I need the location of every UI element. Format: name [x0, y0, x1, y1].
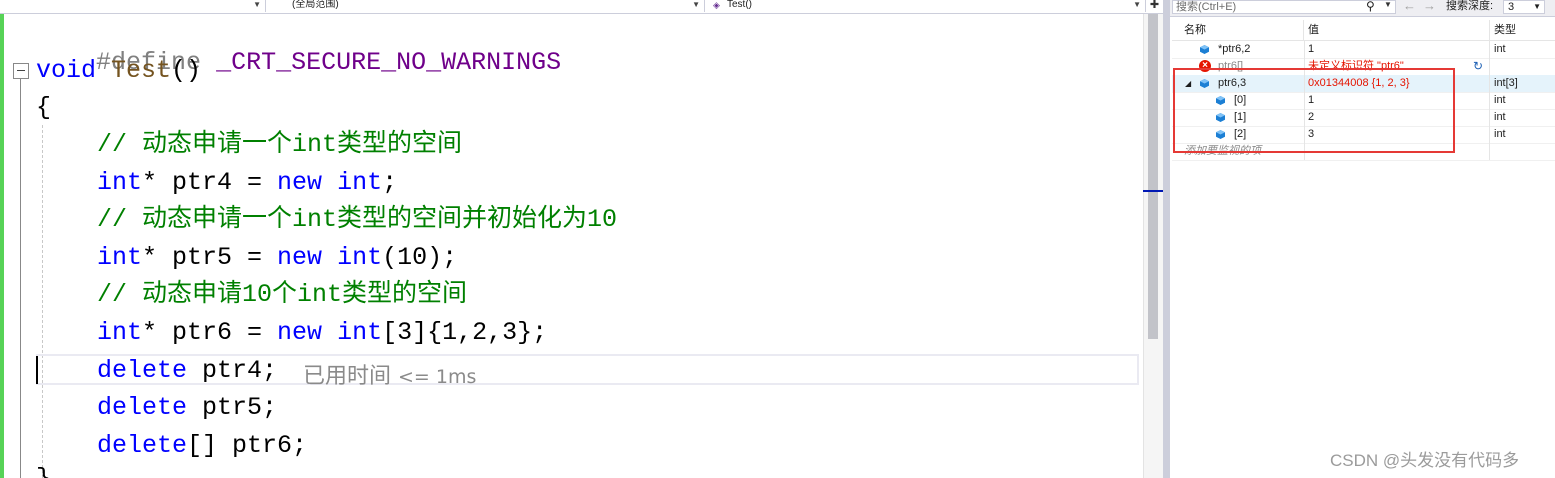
code-line-11[interactable]: delete ptr5; [97, 393, 277, 423]
code-line-4[interactable]: // 动态申请一个int类型的空间 [97, 130, 462, 160]
collapse-icon[interactable] [13, 63, 29, 79]
code-line-9[interactable]: int* ptr6 = new int[3]{1,2,3}; [97, 318, 547, 348]
code-text: [] ptr6; [187, 431, 308, 460]
scope-dropdown-label: (全局范围) [292, 0, 339, 10]
text-caret [36, 356, 38, 384]
scope-dropdown[interactable]: (全局范围) ▼ [266, 0, 705, 12]
perf-tip[interactable]: 已用时间 <= 1ms [303, 358, 476, 390]
function-dropdown-label: Test() [727, 0, 752, 10]
code-text: () [171, 56, 202, 85]
watermark: CSDN @头发没有代码多 [1330, 451, 1520, 470]
code-line-13[interactable]: } [36, 464, 51, 478]
code-line-2[interactable]: void Test() [36, 56, 201, 86]
keyword: int [337, 318, 383, 347]
forward-arrow-icon[interactable]: → [1423, 0, 1436, 13]
watch-row[interactable]: *ptr6,2 1 int [1172, 41, 1555, 59]
back-arrow-icon[interactable]: ← [1403, 0, 1416, 13]
search-depth-select[interactable]: 3 ▼ [1503, 0, 1545, 14]
perf-tip-value: <= 1ms [398, 366, 477, 388]
keyword: int [97, 168, 143, 197]
chevron-down-icon: ▼ [692, 0, 700, 9]
code-text: * ptr6 = [142, 318, 278, 347]
brace: { [36, 93, 52, 122]
keyword: void [36, 56, 97, 85]
search-icon[interactable]: ⚲ [1366, 0, 1375, 13]
perf-tip-label: 已用时间 [303, 364, 392, 389]
code-line-5[interactable]: int* ptr4 = new int; [97, 168, 397, 198]
brace: } [36, 464, 51, 478]
code-text: * ptr5 = [142, 243, 278, 272]
column-header-value[interactable]: 值 [1304, 20, 1490, 40]
refresh-icon[interactable]: ↻ [1473, 58, 1483, 75]
watch-name-cell: *ptr6,2 [1172, 41, 1305, 58]
code-line-12[interactable]: delete[] ptr6; [97, 431, 307, 461]
search-input[interactable]: 搜索(Ctrl+E) [1172, 0, 1396, 14]
code-line-7[interactable]: int* ptr5 = new int(10); [97, 243, 457, 273]
code-line-8[interactable]: // 动态申请10个int类型的空间 [97, 280, 467, 310]
change-tracking-margin [0, 14, 4, 478]
keyword: new [277, 243, 323, 272]
keyword: int [97, 243, 143, 272]
watch-type: int [1494, 43, 1506, 55]
keyword: new [277, 318, 323, 347]
keyword: delete [97, 393, 188, 422]
watch-toolbar: 搜索(Ctrl+E) ⚲ ▼ ← → 搜索深度: 3 ▼ [1170, 0, 1555, 17]
code-text: ptr5; [187, 393, 278, 422]
watch-name: *ptr6,2 [1218, 43, 1251, 55]
keyword: new [277, 168, 323, 197]
code-line-6[interactable]: // 动态申请一个int类型的空间并初始化为10 [97, 205, 617, 235]
caret-position-marker [1143, 190, 1163, 192]
search-depth-label: 搜索深度: [1446, 0, 1494, 12]
code-editor[interactable]: ▼ (全局范围) ▼ ◈ Test() ▼ ✚ #define _CRT_SEC… [0, 0, 1163, 478]
variable-cube-icon [1200, 45, 1209, 54]
code-comment: // 动态申请一个int类型的空间 [97, 130, 463, 159]
code-text: [3]{1,2,3}; [382, 318, 548, 347]
outline-line [20, 79, 21, 478]
split-icon[interactable]: ✚ [1146, 0, 1163, 12]
navigation-bar: ▼ (全局范围) ▼ ◈ Test() ▼ ✚ [0, 0, 1163, 14]
function-icon: ◈ [713, 0, 720, 10]
chevron-down-icon: ▼ [253, 0, 261, 9]
watch-type: int [1494, 94, 1506, 106]
function-dropdown[interactable]: ◈ Test() ▼ [705, 0, 1146, 12]
keyword: int [337, 168, 383, 197]
watch-type [1490, 143, 1555, 160]
scrollbar-thumb[interactable] [1148, 14, 1158, 339]
keyword: delete [97, 356, 188, 385]
code-text: ptr4; [187, 356, 278, 385]
annotation-highlight-box [1173, 68, 1455, 153]
code-comment: // 动态申请10个int类型的空间 [97, 280, 468, 309]
watch-type [1490, 58, 1555, 75]
chevron-down-icon: ▼ [1533, 2, 1541, 11]
watch-column-header: 名称 值 类型 [1172, 20, 1555, 41]
column-header-name[interactable]: 名称 [1172, 20, 1304, 40]
code-text: (10); [382, 243, 458, 272]
panel-splitter[interactable] [1163, 0, 1170, 478]
macro-name: _CRT_SECURE_NO_WARNINGS [216, 48, 562, 77]
code-line-10[interactable]: delete ptr4; [97, 356, 277, 386]
chevron-down-icon: ▼ [1133, 0, 1141, 9]
keyword: delete [97, 431, 188, 460]
watch-type: int [1494, 111, 1506, 123]
column-header-type[interactable]: 类型 [1490, 20, 1555, 40]
code-comment: // 动态申请一个int类型的空间并初始化为10 [97, 205, 618, 234]
keyword: int [337, 243, 383, 272]
chevron-down-icon[interactable]: ▼ [1384, 0, 1392, 9]
watch-value[interactable]: 1 [1304, 41, 1490, 58]
indent-guide [42, 125, 43, 478]
code-text: ; [382, 168, 398, 197]
watch-type: int [1494, 128, 1506, 140]
project-dropdown[interactable]: ▼ [0, 0, 266, 12]
search-depth-value: 3 [1508, 1, 1515, 13]
keyword: int [97, 318, 143, 347]
code-text: * ptr4 = [142, 168, 278, 197]
watch-type: int[3] [1494, 77, 1518, 89]
code-line-3[interactable]: { [36, 93, 51, 123]
function-name: Test [111, 56, 172, 85]
